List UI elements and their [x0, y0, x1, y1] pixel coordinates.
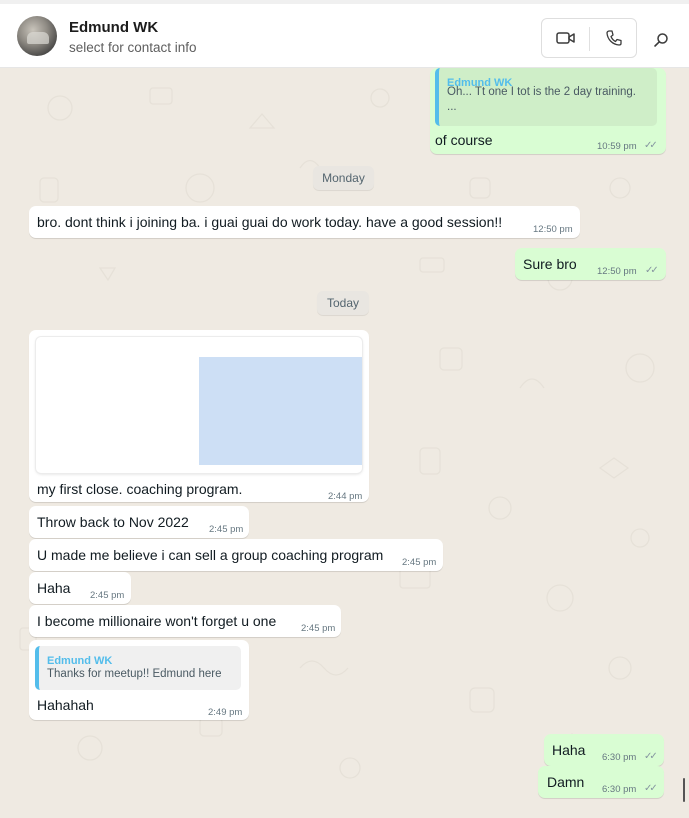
message-text: Damn	[547, 774, 585, 790]
message-text: Throw back to Nov 2022	[37, 514, 189, 530]
message-text: Haha	[552, 742, 586, 758]
image-attachment[interactable]	[36, 337, 362, 473]
quoted-message[interactable]: Edmund WK Oh... Tt one I tot is the 2 da…	[435, 68, 657, 126]
double-check-icon: ✓✓	[644, 140, 658, 151]
message-text: Sure bro	[523, 256, 577, 272]
message-bubble-incoming[interactable]: Edmund WK Thanks for meetup!! Edmund her…	[29, 640, 249, 720]
message-time: 2:45 pm	[90, 590, 125, 601]
message-time: 2:45 pm	[402, 557, 437, 568]
double-check-icon: ✓✓	[644, 783, 658, 794]
date-divider: Today	[317, 291, 369, 315]
quote-text: Thanks for meetup!! Edmund here	[47, 668, 222, 680]
date-divider: Monday	[313, 166, 374, 190]
message-time: 6:30 pm	[602, 784, 637, 795]
message-bubble-incoming[interactable]: bro. dont think i joining ba. i guai gua…	[29, 206, 580, 238]
message-time: 6:30 pm	[602, 752, 637, 763]
chat-header: Edmund WK select for contact info	[0, 0, 689, 68]
message-time: 10:59 pm	[597, 141, 637, 152]
message-bubble-outgoing[interactable]: Edmund WK Oh... Tt one I tot is the 2 da…	[430, 68, 666, 154]
message-text: bro. dont think i joining ba. i guai gua…	[37, 214, 503, 230]
search-icon	[654, 33, 668, 47]
quote-text: Oh... Tt one I tot is the 2 day training…	[447, 86, 637, 98]
contact-name[interactable]: Edmund WK	[69, 19, 158, 36]
message-bubble-outgoing[interactable]: Sure bro 12:50 pm ✓✓	[515, 248, 666, 280]
scrollbar-thumb[interactable]	[683, 778, 685, 802]
voice-call-button[interactable]	[590, 19, 637, 57]
chat-area[interactable]: Edmund WK Oh... Tt one I tot is the 2 da…	[0, 68, 689, 818]
message-time: 2:45 pm	[301, 623, 336, 634]
message-time: 12:50 pm	[533, 224, 573, 235]
message-time: 2:45 pm	[209, 524, 244, 535]
message-time: 12:50 pm	[597, 266, 637, 277]
double-check-icon: ✓✓	[644, 751, 658, 762]
call-buttons-group	[541, 18, 637, 58]
message-text: Hahahah	[37, 697, 94, 713]
search-button[interactable]	[647, 26, 675, 54]
message-bubble-incoming[interactable]: my first close. coaching program. 2:44 p…	[29, 330, 369, 502]
message-text: Haha	[37, 580, 71, 596]
message-bubble-incoming[interactable]: I become millionaire won't forget u one …	[29, 605, 341, 637]
image-content	[199, 357, 362, 465]
video-camera-icon	[555, 32, 575, 44]
avatar[interactable]	[17, 16, 57, 56]
message-bubble-outgoing[interactable]: Damn 6:30 pm ✓✓	[538, 766, 664, 798]
double-check-icon: ✓✓	[645, 265, 659, 276]
message-bubble-incoming[interactable]: Throw back to Nov 2022 2:45 pm	[29, 506, 249, 538]
video-call-button[interactable]	[542, 19, 589, 57]
message-text: of course	[435, 132, 493, 148]
message-bubble-incoming[interactable]: U made me believe i can sell a group coa…	[29, 539, 443, 571]
contact-info-link[interactable]: select for contact info	[69, 40, 197, 55]
message-time: 2:49 pm	[208, 707, 243, 718]
message-text: I become millionaire won't forget u one	[37, 613, 277, 629]
message-bubble-incoming[interactable]: Haha 2:45 pm	[29, 572, 131, 604]
phone-icon	[605, 30, 622, 46]
quoted-message[interactable]: Edmund WK Thanks for meetup!! Edmund her…	[35, 646, 241, 690]
quote-text-more: ...	[447, 101, 457, 113]
message-time: 2:44 pm	[328, 491, 363, 502]
message-text: U made me believe i can sell a group coa…	[37, 547, 384, 563]
message-bubble-outgoing[interactable]: Haha 6:30 pm ✓✓	[544, 734, 664, 766]
message-text: my first close. coaching program.	[37, 481, 243, 497]
